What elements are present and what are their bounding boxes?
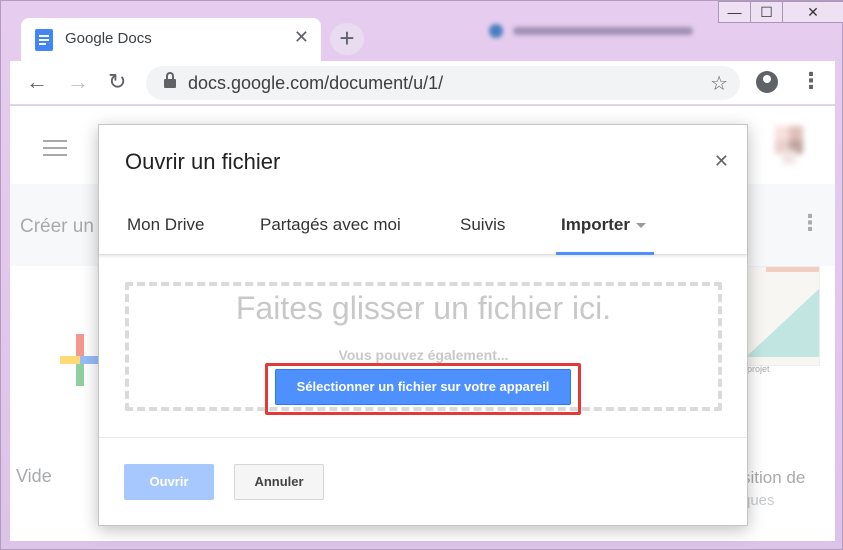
caret-down-icon: [635, 223, 646, 229]
browser-window: Google Docs ✕ + — ☐ ✕ ← → ↻ docs.google.…: [0, 0, 843, 550]
browser-toolbar: ← → ↻ docs.google.com/document/u/1/ ☆ ⋮: [10, 61, 835, 105]
browser-tab[interactable]: Google Docs ✕: [21, 18, 321, 61]
reload-icon[interactable]: ↻: [108, 70, 126, 94]
dialog-close-icon[interactable]: ✕: [714, 151, 729, 172]
account-icon[interactable]: [756, 71, 778, 93]
tab-upload-label: Importer: [561, 215, 630, 234]
select-file-button[interactable]: Sélectionner un fichier sur votre appare…: [275, 369, 571, 405]
lock-icon: [164, 72, 176, 88]
window-close-button[interactable]: ✕: [782, 1, 843, 23]
open-button[interactable]: Ouvrir: [124, 464, 214, 500]
dialog-divider: [99, 437, 747, 438]
drop-zone-alt-text: Vous pouvez également...: [338, 347, 509, 363]
back-icon[interactable]: ←: [26, 70, 48, 94]
tab-upload[interactable]: Importer: [561, 215, 646, 235]
dialog-tabs: Mon Drive Partagés avec moi Suivis Impor…: [99, 199, 747, 255]
drop-zone-text: Faites glisser un fichier ici.: [235, 290, 612, 326]
tab-strip: Google Docs ✕ + — ☐ ✕: [1, 1, 843, 61]
window-controls: — ☐ ✕: [718, 1, 843, 25]
forward-icon[interactable]: →: [67, 70, 89, 94]
active-tab-indicator: [556, 252, 654, 255]
tab-starred[interactable]: Suivis: [460, 215, 505, 235]
address-bar[interactable]: docs.google.com/document/u/1/ ☆: [146, 66, 740, 100]
tab-my-drive[interactable]: Mon Drive: [127, 215, 204, 235]
tab-close-icon[interactable]: ✕: [294, 27, 309, 48]
blurred-tab: [489, 23, 699, 39]
new-tab-button[interactable]: +: [330, 23, 364, 55]
bookmark-star-icon[interactable]: ☆: [710, 71, 728, 96]
cancel-button[interactable]: Annuler: [234, 464, 324, 500]
tab-shared-with-me[interactable]: Partagés avec moi: [260, 215, 401, 235]
docs-favicon-icon: [35, 29, 53, 51]
dialog-title: Ouvrir un fichier: [125, 149, 281, 174]
minimize-button[interactable]: —: [718, 1, 751, 23]
open-file-dialog: Ouvrir un fichier ✕ Mon Drive Partagés a…: [98, 124, 748, 526]
browser-menu-icon[interactable]: ⋮: [800, 68, 822, 94]
maximize-button[interactable]: ☐: [750, 1, 783, 23]
tab-title: Google Docs: [65, 30, 152, 47]
url-text: docs.google.com/document/u/1/: [188, 73, 444, 93]
